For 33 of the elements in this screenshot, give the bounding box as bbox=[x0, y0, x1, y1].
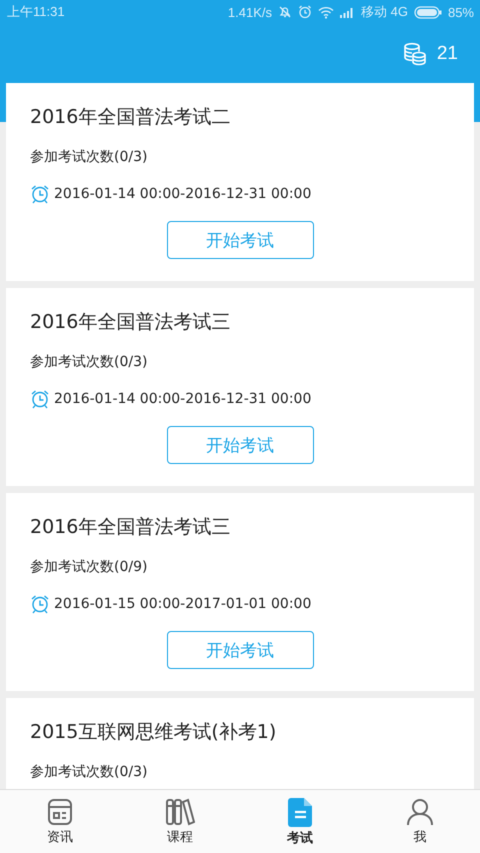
battery-icon bbox=[414, 6, 442, 18]
battery-percent: 85% bbox=[448, 4, 474, 20]
coin-count: 21 bbox=[436, 42, 458, 64]
exam-title: 2016年全国普法考试三 bbox=[30, 515, 232, 539]
exam-title: 2016年全国普法考试二 bbox=[30, 105, 232, 129]
alarm-clock-icon bbox=[30, 389, 50, 409]
nav-tab[interactable]: 考试 bbox=[240, 790, 360, 853]
attempt-count: 参加考试次数(0/3) bbox=[30, 763, 148, 782]
exam-title: 2015互联网思维考试(补考1) bbox=[30, 720, 278, 744]
wifi-icon bbox=[318, 6, 334, 18]
exam-period: 2016-01-15 00:00-2017-01-01 00:00 bbox=[54, 595, 312, 614]
signal-icon bbox=[340, 6, 355, 18]
nav-tab[interactable]: 课程 bbox=[120, 790, 240, 853]
carrier-label: 移动 4G bbox=[361, 3, 408, 21]
attempt-count: 参加考试次数(0/3) bbox=[30, 353, 148, 372]
nav-tab[interactable]: 我 bbox=[360, 790, 480, 853]
alarm-clock-icon bbox=[30, 184, 50, 204]
person-icon bbox=[406, 798, 434, 826]
books-icon bbox=[165, 798, 195, 826]
exam-title: 2016年全国普法考试三 bbox=[30, 310, 232, 334]
network-speed: 1.41K/s bbox=[228, 4, 272, 20]
exam-period: 2016-01-14 00:00-2016-12-31 00:00 bbox=[54, 185, 312, 204]
newspaper-icon bbox=[47, 798, 73, 826]
alarm-clock-icon bbox=[30, 594, 50, 614]
status-time: 上午11:31 bbox=[7, 3, 65, 21]
document-icon bbox=[287, 796, 313, 826]
alarm-icon bbox=[298, 5, 312, 19]
attempt-count: 参加考试次数(0/9) bbox=[30, 558, 148, 577]
coins-icon bbox=[402, 42, 427, 66]
attempt-count: 参加考试次数(0/3) bbox=[30, 148, 148, 167]
nav-tab[interactable]: 资讯 bbox=[0, 790, 120, 853]
exam-period: 2016-01-14 00:00-2016-12-31 00:00 bbox=[54, 390, 312, 409]
mute-icon bbox=[278, 5, 292, 19]
